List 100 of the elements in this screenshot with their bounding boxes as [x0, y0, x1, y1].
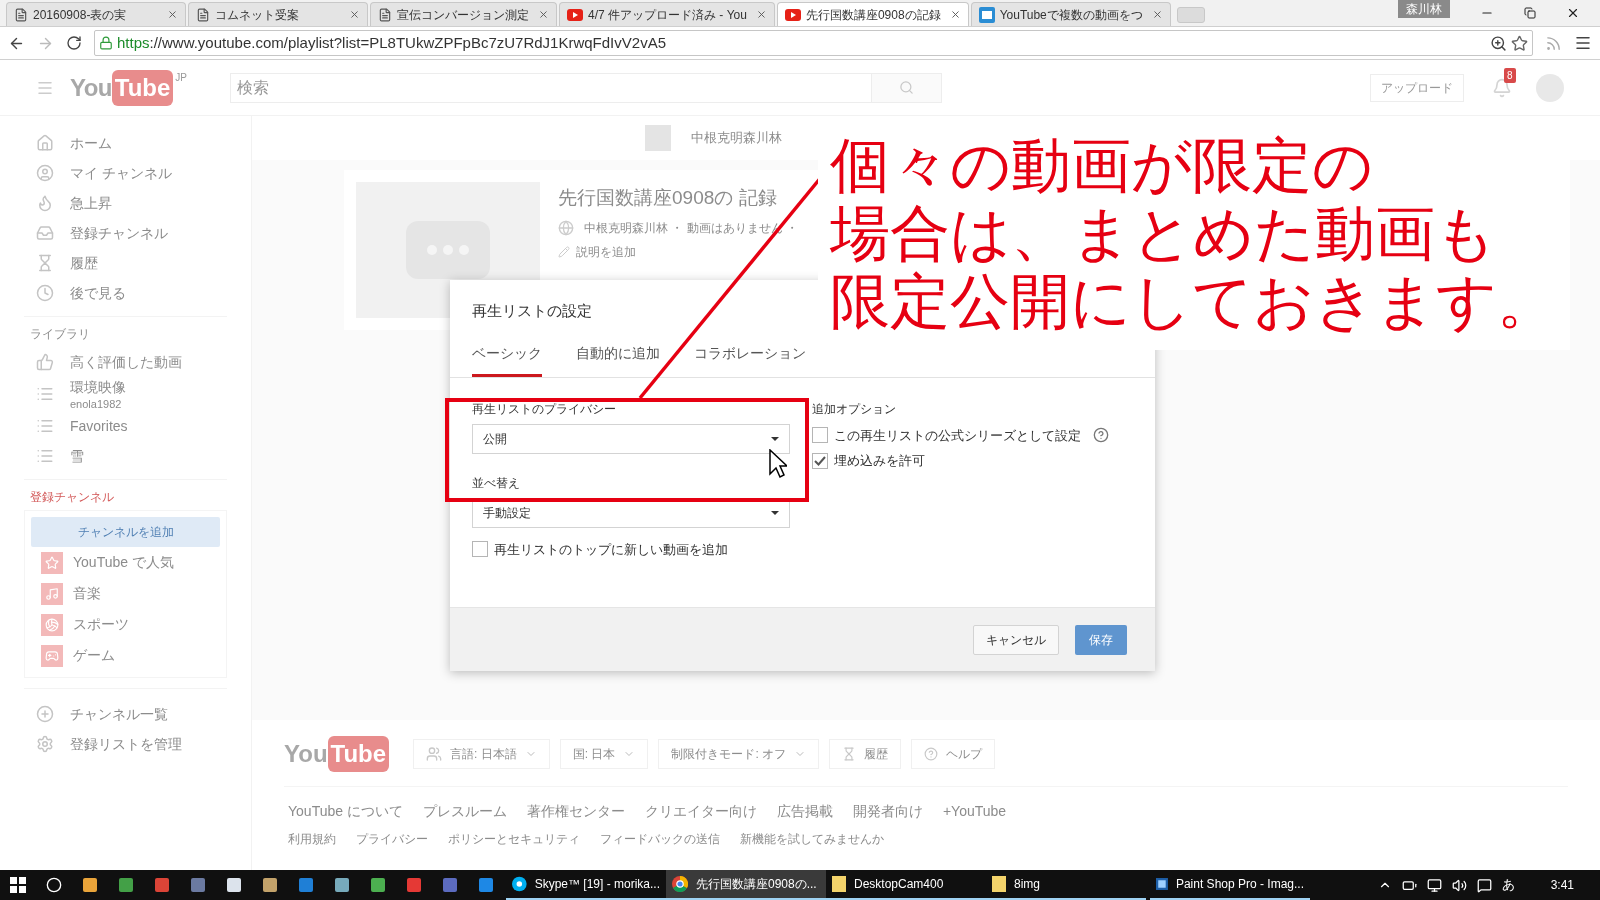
doc-logo-icon: [978, 6, 995, 23]
dialog-tab[interactable]: コラボレーション: [694, 342, 806, 377]
footer-link[interactable]: 広告掲載: [776, 801, 833, 822]
sidebar-item[interactable]: マイ チャンネル: [0, 158, 251, 188]
sidebar-item[interactable]: 環境映像 enola1982: [0, 377, 251, 411]
menu-icon[interactable]: [1574, 34, 1592, 52]
checkbox[interactable]: [472, 541, 488, 558]
windows-logo-icon[interactable]: [10, 877, 26, 893]
sidebar-item[interactable]: ホーム: [0, 128, 251, 158]
taskbar-button[interactable]: DesktopCam400: [826, 870, 986, 900]
channel-item[interactable]: ゲーム: [31, 640, 220, 671]
restore-icon[interactable]: [1524, 7, 1536, 19]
folder-icon: [832, 876, 846, 892]
sidebar-item[interactable]: 高く評価した動画: [0, 347, 251, 377]
field-label: 並べ替え: [472, 474, 521, 492]
site-logo[interactable]: YouTube JP: [70, 69, 220, 106]
taskbar-button[interactable]: Paint Shop Pro - Imag...: [1150, 870, 1310, 900]
footer-link[interactable]: フィードバックの送信: [600, 830, 720, 848]
footer-link[interactable]: 利用規約: [288, 830, 336, 848]
checkbox-label: 再生リストのトップに新しい動画を追加: [494, 540, 728, 559]
checkbox[interactable]: [812, 427, 828, 444]
search-icon: [899, 80, 914, 95]
list-icon: [36, 447, 54, 465]
footer-button[interactable]: 制限付きモード: オフ: [658, 739, 820, 769]
play-icon: [784, 8, 801, 21]
hourglass-icon: [36, 254, 54, 272]
cancel-button[interactable]: キャンセル: [973, 624, 1059, 655]
footer-link[interactable]: 著作権センター: [526, 801, 625, 822]
bookmark-star-icon[interactable]: [1511, 34, 1528, 52]
notifications-icon[interactable]: [1492, 77, 1512, 98]
footer-link[interactable]: クリエイター向け: [644, 801, 757, 822]
channel-name[interactable]: 中根克明森川林: [691, 128, 782, 148]
app-icon[interactable]: [118, 877, 134, 893]
zoom-icon[interactable]: [1490, 34, 1507, 52]
channel-item[interactable]: 音楽: [31, 578, 220, 609]
help-icon[interactable]: [1093, 427, 1109, 444]
tab-title: 先行国数講座0908の記録: [805, 6, 941, 24]
channel-item[interactable]: YouTube で人気: [31, 547, 220, 578]
browser-tab[interactable]: コムネット受案: [188, 2, 368, 26]
app-icon[interactable]: [82, 877, 98, 893]
browser-tab[interactable]: 20160908-表の実: [6, 2, 186, 26]
clock-icon: [36, 284, 54, 302]
browser-tab[interactable]: 4/7 件アップロード済み - You: [559, 2, 775, 26]
taskbar-button[interactable]: 先行国数講座0908の...: [666, 870, 826, 900]
globe-icon: [558, 219, 574, 236]
profile-badge[interactable]: 森川林: [1398, 0, 1450, 18]
hourglass-icon: [842, 747, 857, 761]
footer-button[interactable]: 履歴: [829, 739, 902, 769]
checkbox[interactable]: [812, 452, 828, 469]
sidebar-item[interactable]: 履歴: [0, 248, 251, 278]
settings-icon: [36, 735, 54, 753]
sidebar-item[interactable]: 登録リストを管理: [0, 729, 251, 759]
footer-link[interactable]: プライバシー: [356, 830, 428, 848]
browser-logo-icon: [672, 876, 688, 892]
taskbar-button[interactable]: 8img: [986, 870, 1146, 900]
sidebar-item[interactable]: 登録チャンネル: [0, 218, 251, 248]
sidebar-item[interactable]: Favorites: [0, 411, 251, 441]
app-icon[interactable]: [226, 877, 242, 893]
footer-link[interactable]: 開発者向け: [852, 801, 923, 822]
address-bar[interactable]: https://www.youtube.com/playlist?list=PL8TUkwZPFpBc7zU7RdJ1KrwqFdIvV2vA5: [94, 30, 1533, 56]
app-icon[interactable]: [262, 877, 278, 893]
close-icon[interactable]: [1566, 6, 1580, 20]
footer-link[interactable]: プレスルーム: [422, 801, 507, 822]
channel-item[interactable]: スポーツ: [31, 609, 220, 640]
add-description-link[interactable]: 説明を追加: [576, 242, 636, 261]
network-icon[interactable]: [1426, 877, 1442, 893]
page-icon: [378, 7, 392, 22]
footer-button[interactable]: 言語: 日本語: [413, 739, 550, 769]
browser-tab[interactable]: 宣伝コンバージョン測定: [370, 2, 557, 26]
footer-link[interactable]: ポリシーとセキュリティ: [448, 830, 580, 848]
reload-icon[interactable]: [66, 35, 82, 51]
page-icon: [196, 7, 210, 22]
dialog-tab[interactable]: 自動的に追加: [576, 342, 660, 377]
sidebar-item[interactable]: 後で見る: [0, 278, 251, 308]
clock[interactable]: 3:41: [1550, 876, 1574, 894]
footer-link[interactable]: 新機能を試してみませんか: [740, 830, 884, 848]
footer-button[interactable]: ヘルプ: [911, 739, 996, 769]
browser-tab[interactable]: 先行国数講座0908の記録: [776, 2, 969, 26]
search-field[interactable]: 検索: [230, 72, 872, 103]
app-icon[interactable]: [334, 877, 350, 893]
save-button[interactable]: 保存: [1075, 624, 1127, 655]
app-icon[interactable]: [370, 877, 386, 893]
notification-icon[interactable]: [1476, 877, 1492, 893]
dialog-title: 再生リストの設定: [472, 301, 592, 321]
dialog-tab[interactable]: ベーシック: [472, 342, 542, 377]
footer-link[interactable]: YouTube について: [288, 801, 403, 822]
add-channel-button[interactable]: チャンネルを追加: [31, 517, 220, 547]
annotation-text: 場合は、まとめた動画も: [830, 200, 1496, 268]
sidebar-item[interactable]: 雪: [0, 441, 251, 471]
privacy-select[interactable]: 公開: [472, 423, 790, 454]
browser-tab[interactable]: YouTubeで複数の動画をつ: [970, 2, 1171, 26]
sidebar-item[interactable]: 急上昇: [0, 188, 251, 218]
sidebar-item[interactable]: チャンネル一覧: [0, 699, 251, 729]
ime-indicator[interactable]: あ: [1501, 875, 1515, 895]
upload-button[interactable]: アップロード: [1370, 73, 1464, 102]
checkbox-label: この再生リストの公式シリーズとして設定: [834, 426, 1081, 445]
search-icon[interactable]: [46, 877, 62, 893]
volume-icon[interactable]: [1451, 877, 1467, 893]
footer-link[interactable]: +YouTube: [942, 801, 1007, 822]
footer-button[interactable]: 国: 日本: [559, 739, 649, 769]
